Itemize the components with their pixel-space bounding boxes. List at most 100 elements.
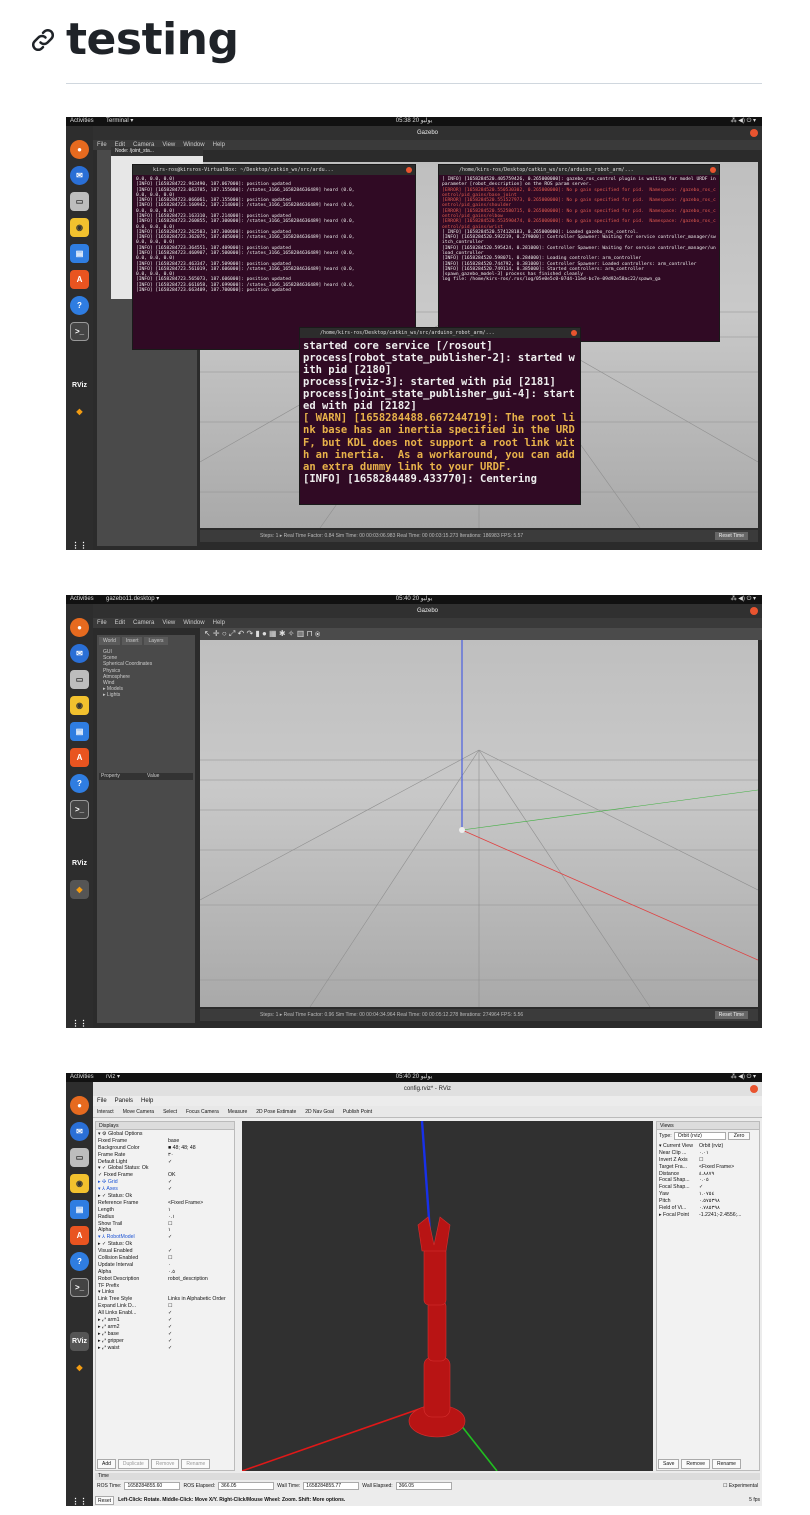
property-value[interactable]: <Fixed Frame>	[168, 1200, 232, 1207]
property-value[interactable]: <Fixed Frame>	[699, 1164, 757, 1171]
property-value[interactable]: ✓	[168, 1345, 232, 1352]
tool-select[interactable]: Select	[163, 1109, 177, 1115]
property-value[interactable]: Orbit (rviz)	[699, 1143, 757, 1150]
menu-file[interactable]: File	[97, 1098, 107, 1104]
property-value[interactable]: ✓	[168, 1317, 232, 1324]
property-row[interactable]: Field of Vi... ٠.٧٨٥٣٩٨	[659, 1205, 757, 1212]
duplicate-button[interactable]: Duplicate	[117, 1459, 149, 1469]
terminal-position-log[interactable]: kirs-ros@kirsros-VirtualBox: ~/Desktop/c…	[132, 164, 416, 350]
thunderbird-icon[interactable]: ✉	[70, 1122, 89, 1141]
property-row[interactable]: Visual Enabled ✓	[98, 1248, 232, 1255]
menu-panels[interactable]: Panels	[115, 1098, 133, 1104]
property-value[interactable]: ✓	[168, 1324, 232, 1331]
property-row[interactable]: Distance ٤.٨٨٧٩	[659, 1171, 757, 1178]
software-icon[interactable]: A	[70, 748, 89, 767]
tab-insert[interactable]: Insert	[121, 637, 143, 645]
tab-world[interactable]: World	[99, 637, 120, 645]
property-value[interactable]: ✓	[168, 1310, 232, 1317]
property-row[interactable]: ▸ ⤢ arm1 ✓	[98, 1317, 232, 1324]
rviz-icon[interactable]: RViz	[70, 1332, 89, 1351]
tool-2d-nav-goal[interactable]: 2D Nav Goal	[305, 1109, 334, 1115]
menu-help[interactable]: Help	[141, 1098, 153, 1104]
property-value[interactable]: ☐	[168, 1255, 232, 1262]
menu-file[interactable]: File	[97, 142, 107, 148]
property-value[interactable]: ✓	[168, 1338, 232, 1345]
property-value[interactable]	[168, 1193, 232, 1200]
rviz-icon[interactable]: RViz	[70, 376, 89, 395]
tab-layers[interactable]: Layers	[144, 637, 168, 645]
property-value[interactable]: -1.2241;-2.4556;...	[699, 1212, 757, 1219]
property-value[interactable]: OK	[168, 1172, 232, 1179]
property-row[interactable]: Focal Shap... ٠.٠٥	[659, 1177, 757, 1184]
system-tray[interactable]: ⁂ ◀) ⏻ ▾	[731, 117, 756, 126]
close-icon[interactable]	[750, 607, 758, 615]
property-row[interactable]: ▸ ✣ Grid ✓	[98, 1179, 232, 1186]
tool-move-camera[interactable]: Move Camera	[123, 1109, 154, 1115]
property-value[interactable]	[168, 1165, 232, 1172]
help-icon[interactable]: ?	[70, 296, 89, 315]
gazebo-icon[interactable]: ◆	[70, 880, 89, 899]
property-row[interactable]: Radius ٠.١	[98, 1214, 232, 1221]
ros-time-field[interactable]: 1658284855.60	[124, 1482, 181, 1490]
property-row[interactable]: Reference Frame <Fixed Frame>	[98, 1200, 232, 1207]
firefox-icon[interactable]: ●	[70, 140, 89, 159]
property-value[interactable]	[168, 1283, 232, 1290]
firefox-icon[interactable]: ●	[70, 1096, 89, 1115]
writer-icon[interactable]: ▤	[70, 722, 89, 741]
menu-help[interactable]: Help	[213, 620, 225, 626]
close-icon[interactable]	[750, 129, 758, 137]
app-grid-icon[interactable]: ⋮⋮	[70, 1014, 89, 1028]
property-row[interactable]: Near Clip ... ٠.٠١	[659, 1150, 757, 1157]
property-row[interactable]: Link Tree Style Links in Alphabetic Order	[98, 1296, 232, 1303]
property-row[interactable]: Frame Rate ٣٠	[98, 1152, 232, 1159]
clock[interactable]: 05:40 20 يوليو	[396, 595, 433, 604]
thunderbird-icon[interactable]: ✉	[70, 166, 89, 185]
property-value[interactable]	[168, 1131, 232, 1138]
reset-time-button[interactable]: Reset Time	[714, 532, 748, 540]
rviz-3d-view[interactable]	[241, 1120, 653, 1472]
menu-view[interactable]: View	[162, 620, 175, 626]
property-value[interactable]: base	[168, 1138, 232, 1145]
property-row[interactable]: Fixed Frame base	[98, 1138, 232, 1145]
property-value[interactable]	[168, 1241, 232, 1248]
reset-button[interactable]: Reset	[95, 1496, 115, 1505]
property-value[interactable]: ٠	[168, 1262, 232, 1269]
property-row[interactable]: ▾ ⚙ Global Options	[98, 1131, 232, 1138]
property-value[interactable]: Links in Alphabetic Order	[168, 1296, 232, 1303]
wall-elapsed-field[interactable]: 366.05	[395, 1482, 452, 1490]
property-row[interactable]: Alpha ١	[98, 1227, 232, 1234]
reset-time-button[interactable]: Reset Time	[714, 1011, 748, 1019]
property-row[interactable]: ▾ ⅄ Axes ✓	[98, 1186, 232, 1193]
property-value[interactable]: ٠.٧٨٥٣٩٨	[699, 1205, 757, 1212]
property-row[interactable]: Robot Description robot_description	[98, 1276, 232, 1283]
system-tray[interactable]: ⁂ ◀) ⏻ ▾	[731, 595, 756, 604]
app-menu[interactable]: rviz ▾	[106, 1073, 120, 1082]
app-menu[interactable]: Terminal ▾	[106, 117, 133, 126]
tool-publish-point[interactable]: Publish Point	[343, 1109, 372, 1115]
rhythmbox-icon[interactable]: ◉	[70, 696, 89, 715]
property-row[interactable]: Alpha ٠.٥	[98, 1269, 232, 1276]
rhythmbox-icon[interactable]: ◉	[70, 218, 89, 237]
system-tray[interactable]: ⁂ ◀) ⏻ ▾	[731, 1073, 756, 1082]
close-icon[interactable]	[571, 330, 577, 336]
activities-button[interactable]: Activities	[70, 117, 94, 126]
firefox-icon[interactable]: ●	[70, 618, 89, 637]
property-value[interactable]: ✓	[699, 1184, 757, 1191]
gazebo-icon[interactable]: ◆	[70, 402, 89, 421]
property-value[interactable]: ✓	[168, 1159, 232, 1166]
files-icon[interactable]: ▭	[70, 192, 89, 211]
ros-elapsed-field[interactable]: 366.05	[218, 1482, 275, 1490]
property-row[interactable]: Default Light ✓	[98, 1159, 232, 1166]
app-grid-icon[interactable]: ⋮⋮	[70, 536, 89, 550]
terminal-icon[interactable]: >_	[70, 1278, 89, 1297]
add-button[interactable]: Add	[97, 1459, 116, 1469]
property-row[interactable]: TF Prefix	[98, 1283, 232, 1290]
terminal-icon[interactable]: >_	[70, 322, 89, 341]
tool-focus-camera[interactable]: Focus Camera	[186, 1109, 219, 1115]
clock[interactable]: 05:38 20 يوليو	[396, 117, 433, 126]
close-icon[interactable]	[750, 1085, 758, 1093]
property-value[interactable]	[168, 1289, 232, 1296]
property-value[interactable]: ١.٠٧٥٤	[699, 1191, 757, 1198]
property-value[interactable]: robot_description	[168, 1276, 232, 1283]
property-row[interactable]: ▸ ⤢ gripper ✓	[98, 1338, 232, 1345]
